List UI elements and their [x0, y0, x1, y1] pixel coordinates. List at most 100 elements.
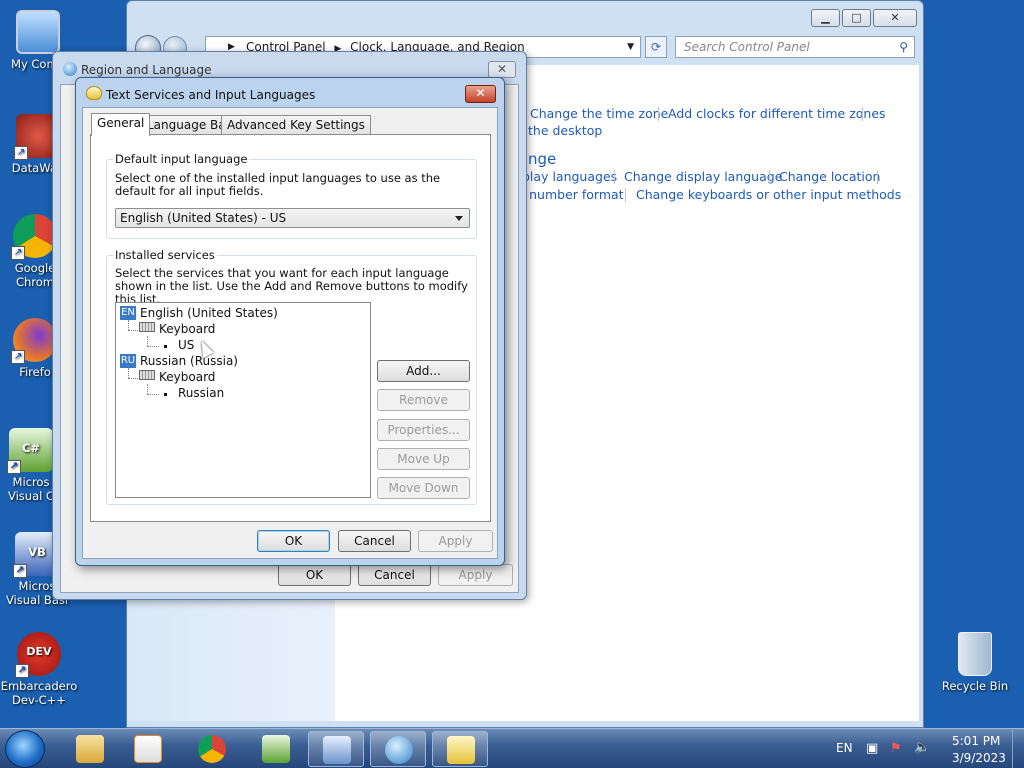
link-number-format[interactable]: r number format: [520, 187, 624, 202]
ok-button[interactable]: OK: [257, 530, 330, 552]
tree-connector: [128, 368, 129, 378]
taskbar-explorer[interactable]: [62, 731, 118, 767]
link-change-location[interactable]: Change location: [779, 169, 880, 184]
tab-general[interactable]: General: [91, 113, 151, 136]
folder-icon: [76, 735, 104, 763]
csharp-icon: C# ↗: [7, 428, 53, 474]
link-add-clocks[interactable]: Add clocks for different time zones: [668, 106, 886, 121]
default-language-select[interactable]: English (United States) - US: [115, 208, 470, 228]
start-button[interactable]: [5, 730, 45, 768]
shortcut-arrow-icon: ↗: [11, 246, 25, 260]
installed-services-group: Installed services Select the services t…: [106, 248, 477, 505]
move-down-button[interactable]: Move Down: [377, 477, 470, 499]
link-separator: [877, 170, 878, 184]
maximize-button[interactable]: □: [842, 9, 871, 27]
media-player-icon: [134, 735, 162, 763]
default-language-description: Select one of the installed input langua…: [115, 171, 441, 198]
search-input[interactable]: Search Control Panel ⚲: [675, 36, 915, 58]
group-caption: Installed services: [113, 248, 217, 262]
tree-node-russian[interactable]: RU Russian (Russia): [120, 354, 238, 368]
link-separator: [769, 170, 770, 184]
taskbar-region-language[interactable]: [370, 731, 426, 767]
desktop-icon-devcpp[interactable]: DEV ↗ Embarcadero Dev-C++: [0, 632, 78, 707]
link-display-languages[interactable]: play languages: [522, 169, 617, 184]
bullet-icon: [164, 393, 167, 396]
devcpp-icon: DEV ↗: [15, 632, 61, 678]
keyboard-icon: [139, 370, 155, 380]
tree-connector: [147, 336, 148, 346]
move-up-button[interactable]: Move Up: [377, 448, 470, 470]
keyboard-icon: [139, 322, 155, 332]
taskbar-text-services[interactable]: [432, 731, 488, 767]
remove-button[interactable]: Remove: [377, 389, 470, 411]
taskbar: EN ▣ ⚑ 🔈 5:01 PM 3/9/2023: [0, 728, 1024, 768]
close-button[interactable]: ✕: [465, 85, 496, 103]
firefox-icon: ↗: [11, 318, 57, 364]
link-change-display-language[interactable]: Change display language: [624, 169, 782, 184]
tree-node-layout-russian[interactable]: Russian: [178, 386, 224, 400]
cancel-button[interactable]: Cancel: [338, 530, 411, 552]
input-language-indicator[interactable]: EN: [836, 741, 853, 755]
link-separator: [625, 188, 626, 202]
section-heading-region-language[interactable]: nge: [528, 150, 556, 168]
default-language-value: English (United States) - US: [120, 211, 287, 225]
add-button[interactable]: Add...: [377, 360, 470, 382]
action-center-icon[interactable]: ⚑: [890, 741, 902, 756]
address-dropdown-icon[interactable]: ▼: [627, 37, 634, 57]
link-change-time-zone[interactable]: Change the time zone: [530, 106, 668, 121]
cancel-button[interactable]: Cancel: [358, 564, 431, 586]
clock-time[interactable]: 5:01 PM: [952, 734, 1000, 748]
apply-button[interactable]: Apply: [418, 530, 493, 552]
shortcut-arrow-icon: ↗: [13, 564, 27, 578]
link-desktop[interactable]: the desktop: [528, 123, 602, 138]
chevron-down-icon: [455, 216, 463, 221]
dialog-title: Region and Language: [81, 63, 212, 77]
network-icon[interactable]: ▣: [866, 741, 878, 756]
desktop-icon-label: Embarcadero Dev-C++: [0, 679, 78, 707]
clock-date[interactable]: 3/9/2023: [952, 751, 1006, 765]
search-placeholder: Search Control Panel: [684, 40, 810, 54]
taskbar-control-panel[interactable]: [308, 731, 364, 767]
desktop-icon-label: Recycle Bin: [941, 679, 1009, 693]
search-icon[interactable]: ⚲: [899, 37, 908, 57]
refresh-icon[interactable]: ⟳: [645, 36, 667, 58]
tree-node-layout-us[interactable]: US: [178, 338, 194, 352]
tree-node-label: Russian (Russia): [140, 354, 238, 368]
computer-icon: [16, 10, 60, 54]
language-badge-ru: RU: [120, 354, 136, 368]
tree-node-label: English (United States): [140, 306, 278, 320]
tree-node-label: Keyboard: [159, 370, 216, 384]
link-change-keyboards[interactable]: Change keyboards or other input methods: [636, 187, 901, 202]
link-separator: [614, 170, 615, 184]
link-separator: [658, 107, 659, 121]
taskbar-media-player[interactable]: [120, 731, 176, 767]
minimize-button[interactable]: ▁: [811, 9, 840, 27]
tree-node-label: Keyboard: [159, 322, 216, 336]
installed-services-tree[interactable]: EN English (United States) Keyboard US RU…: [115, 302, 371, 498]
keyboard-app-icon: [447, 736, 475, 764]
taskbar-chrome[interactable]: [184, 731, 240, 767]
tab-advanced-key-settings[interactable]: Advanced Key Settings: [221, 115, 371, 135]
chrome-icon: ↗: [11, 214, 57, 260]
tree-node-english[interactable]: EN English (United States): [120, 306, 278, 320]
tree-connector: [147, 394, 159, 395]
close-button[interactable]: ✕: [488, 61, 516, 78]
tree-node-keyboard[interactable]: Keyboard: [139, 370, 215, 384]
chrome-icon: [198, 735, 226, 763]
tree-connector: [128, 330, 138, 331]
apply-button[interactable]: Apply: [438, 564, 513, 586]
desktop-icon-recycle-bin[interactable]: Recycle Bin: [938, 632, 1012, 693]
properties-button[interactable]: Properties...: [377, 419, 470, 441]
show-desktop-button[interactable]: [1012, 729, 1024, 768]
ok-button[interactable]: OK: [278, 564, 351, 586]
taskbar-visual-csharp[interactable]: [248, 731, 304, 767]
text-services-dialog: Text Services and Input Languages ✕ Gene…: [75, 77, 505, 566]
dialog-title: Text Services and Input Languages: [106, 88, 316, 102]
close-button[interactable]: ✕: [873, 9, 917, 27]
csharp-icon: [262, 735, 290, 763]
tree-node-keyboard[interactable]: Keyboard: [139, 322, 215, 336]
language-badge-en: EN: [120, 306, 136, 320]
dialog-client: General Language Bar Advanced Key Settin…: [82, 107, 498, 559]
volume-icon[interactable]: 🔈: [914, 740, 930, 755]
window-controls: ▁ □ ✕: [811, 9, 917, 27]
